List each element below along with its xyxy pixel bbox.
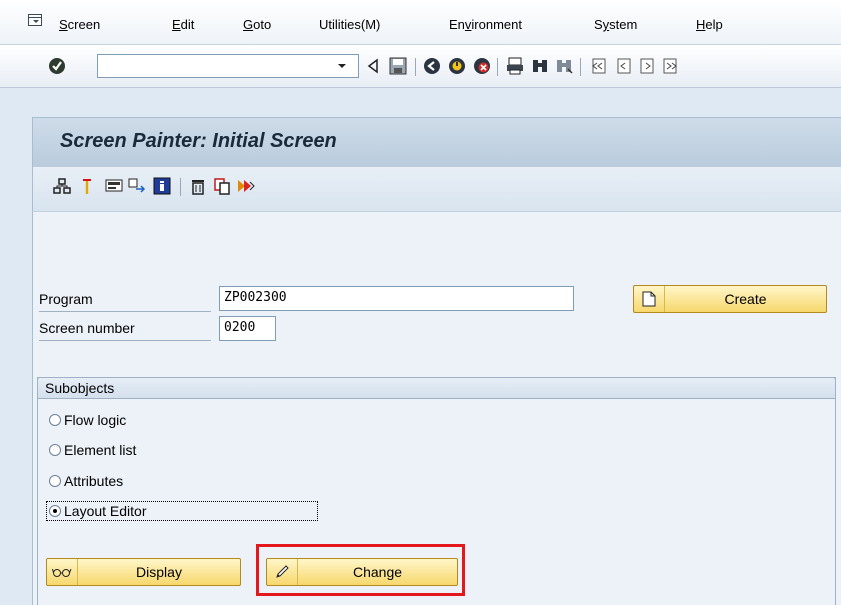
radio-element-list[interactable]: Element list (49, 442, 136, 458)
menu-environment[interactable]: Environment (449, 17, 522, 32)
menu-toggle-icon[interactable] (28, 14, 42, 26)
radio-flow-logic[interactable]: Flow logic (49, 412, 126, 428)
menu-utilities[interactable]: Utilities(M) (319, 17, 380, 32)
page-title: Screen Painter: Initial Screen (60, 130, 337, 152)
screen-number-input[interactable]: 0200 (219, 316, 276, 341)
menu-utilities-label: Utilities(M) (319, 17, 381, 32)
glasses-icon (47, 559, 78, 585)
delete-icon[interactable] (188, 176, 208, 196)
menu-edit[interactable]: Edit (172, 17, 194, 32)
radio-layout-editor[interactable]: Layout Editor (46, 501, 318, 521)
find-icon[interactable] (529, 55, 551, 77)
create-button-label: Create (724, 291, 767, 307)
radio-button[interactable] (49, 444, 61, 456)
toolbar-separator (497, 58, 498, 76)
menu-goto[interactable]: Goto (243, 17, 271, 32)
radio-button-selected[interactable] (49, 505, 61, 517)
menu-edit-mnemonic: E (172, 17, 181, 32)
menu-goto-label: oto (253, 17, 272, 32)
highlight-box (256, 544, 465, 596)
menu-system-label: stem (609, 17, 638, 32)
menu-screen-mnemonic: S (59, 17, 68, 32)
display-button[interactable]: Display (46, 558, 241, 586)
previous-page-icon[interactable] (612, 55, 634, 77)
radio-label: Element list (64, 442, 137, 458)
toolbar-separator (580, 58, 581, 76)
info-icon[interactable] (152, 176, 172, 196)
menu-system-prefix: S (594, 17, 603, 32)
other-object-icon[interactable] (52, 176, 72, 196)
where-used-icon[interactable] (127, 176, 147, 196)
menu-edit-label: dit (180, 17, 195, 32)
cancel-icon[interactable] (471, 55, 493, 77)
command-field[interactable] (97, 54, 359, 78)
toolbar-separator (415, 58, 416, 76)
program-input[interactable]: ZP002300 (219, 286, 574, 311)
menu-screen[interactable]: Screen (59, 17, 100, 32)
subobjects-title: Subobjects (45, 380, 115, 396)
radio-button[interactable] (49, 475, 61, 487)
save-icon[interactable] (387, 55, 409, 77)
menu-help-mnemonic: H (696, 17, 706, 32)
display-button-label: Display (136, 564, 182, 580)
layout-icon[interactable] (104, 176, 124, 196)
menu-screen-label: creen (67, 17, 101, 32)
subobjects-header (37, 377, 836, 399)
exit-icon[interactable] (446, 55, 468, 77)
program-label: Program (39, 289, 211, 312)
next-page-icon[interactable] (637, 55, 659, 77)
enter-icon[interactable] (46, 55, 68, 77)
radio-attributes[interactable]: Attributes (49, 473, 123, 489)
command-dropdown-button[interactable] (329, 55, 357, 77)
menu-environment-prefix: En (449, 17, 465, 32)
copy-icon[interactable] (212, 176, 232, 196)
app-toolbar-separator (180, 178, 181, 196)
radio-label: Attributes (64, 473, 124, 489)
radio-label: Layout Editor (64, 503, 147, 519)
back-icon[interactable] (421, 55, 443, 77)
radio-button[interactable] (49, 414, 61, 426)
screen-number-label: Screen number (39, 318, 211, 341)
new-document-icon (634, 286, 665, 312)
test-icon[interactable] (236, 176, 256, 196)
last-page-icon[interactable] (660, 55, 682, 77)
menu-environment-label: ironment (471, 17, 522, 32)
radio-label: Flow logic (64, 412, 127, 428)
menu-system[interactable]: System (594, 17, 637, 32)
menu-help-label: elp (705, 17, 723, 32)
print-icon[interactable] (504, 55, 526, 77)
check-icon[interactable] (77, 176, 97, 196)
menu-help[interactable]: Help (696, 17, 723, 32)
back-arrow-icon[interactable] (362, 55, 384, 77)
menu-goto-mnemonic: G (243, 17, 254, 32)
find-next-icon[interactable] (553, 55, 575, 77)
create-button[interactable]: Create (633, 285, 827, 313)
first-page-icon[interactable] (587, 55, 609, 77)
